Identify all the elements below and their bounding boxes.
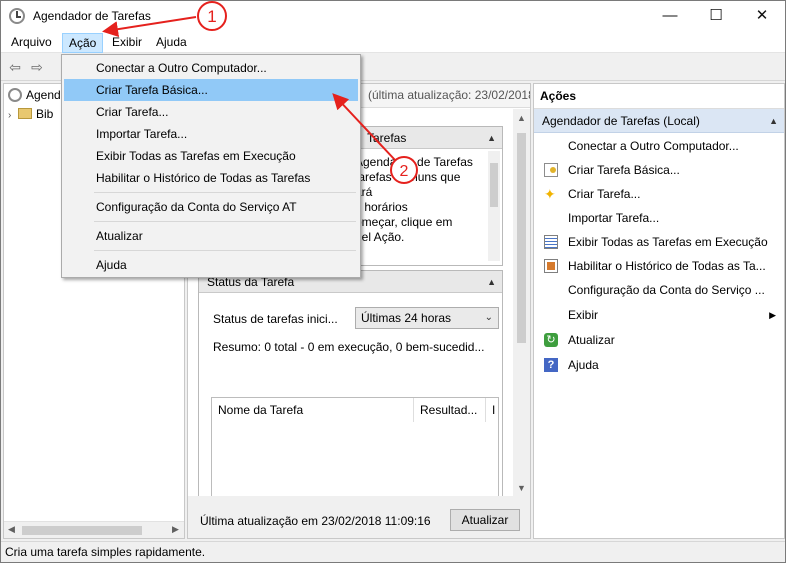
tree-item-library-label: Bib (36, 107, 54, 121)
collapse-icon[interactable]: ▲ (769, 109, 778, 133)
menu-acao[interactable]: Ação (62, 33, 104, 53)
action-show-running[interactable]: Exibir Todas as Tarefas em Execução (542, 230, 780, 254)
overview-line: omeçar, clique em (355, 215, 453, 229)
actions-pane: Ações Agendador de Tarefas (Local) ▲ Con… (533, 83, 785, 539)
refresh-icon: ↻ (544, 333, 558, 347)
menu-item-create-task[interactable]: Criar Tarefa... (64, 101, 358, 123)
overview-line: ará (355, 185, 373, 199)
task-status-table: Nome da Tarefa Resultad... I (211, 397, 499, 505)
menu-separator (94, 250, 356, 251)
tree-item-root-label: Agend (26, 88, 61, 102)
menu-item-connect[interactable]: Conectar a Outro Computador... (64, 57, 358, 79)
expand-chevron-icon[interactable]: › (8, 107, 18, 125)
tree-horizontal-scrollbar[interactable]: ◀ ▶ (4, 521, 184, 538)
menu-item-refresh[interactable]: Atualizar (64, 225, 358, 247)
scroll-up-icon[interactable]: ▲ (513, 113, 530, 123)
status-period-select[interactable]: Últimas 24 horas ⌄ (355, 307, 499, 329)
menu-separator (94, 221, 356, 222)
forward-arrow-icon[interactable]: ⇨ (28, 59, 46, 75)
overview-section-title: Tarefas (367, 131, 407, 145)
overview-line: Agendador de Tarefas (355, 155, 473, 169)
collapse-icon[interactable]: ▲ (487, 127, 496, 149)
menu-bar: Arquivo Ação Exibir Ajuda (1, 31, 785, 53)
maximize-button[interactable]: ☐ (693, 1, 739, 31)
clock-app-icon (9, 8, 25, 24)
action-connect[interactable]: Conectar a Outro Computador... (542, 134, 780, 158)
summary-scrollbar[interactable]: ▲ ▼ (513, 109, 530, 496)
action-view[interactable]: Exibir ▶ (542, 303, 780, 327)
tree-item-root[interactable]: Agend (8, 86, 61, 104)
menu-item-show-running[interactable]: Exibir Todas as Tarefas em Execução (64, 145, 358, 167)
minimize-button[interactable]: — (647, 1, 693, 31)
log-icon (544, 259, 558, 273)
action-label: Criar Tarefa... (568, 187, 641, 201)
menu-separator (94, 192, 356, 193)
help-icon: ? (544, 358, 558, 372)
scroll-down-icon[interactable]: ▼ (513, 483, 530, 493)
actions-title: Ações (534, 84, 784, 109)
folder-icon (18, 108, 32, 119)
overview-line: tarefas comuns que (355, 170, 461, 184)
back-arrow-icon[interactable]: ⇦ (6, 59, 24, 75)
column-header-result[interactable]: Resultad... (414, 398, 486, 422)
scroll-right-icon[interactable]: ▶ (172, 524, 179, 535)
status-bar: Cria uma tarefa simples rapidamente. (1, 541, 785, 562)
overview-scrollbar[interactable] (488, 151, 500, 261)
action-enable-history[interactable]: Habilitar o Histórico de Todas as Ta... (542, 254, 780, 278)
action-label: Habilitar o Histórico de Todas as Ta... (568, 259, 766, 273)
title-bar: Agendador de Tarefas — ☐ ✕ (1, 1, 785, 31)
action-create-task[interactable]: ✦ Criar Tarefa... (542, 182, 780, 206)
scroll-thumb[interactable] (517, 133, 526, 343)
close-button[interactable]: ✕ (739, 1, 785, 31)
summary-footer: Última atualização em 23/02/2018 11:09:1… (188, 496, 530, 538)
menu-exibir[interactable]: Exibir (106, 33, 148, 53)
action-menu-dropdown: Conectar a Outro Computador... Criar Tar… (61, 54, 361, 278)
scroll-left-icon[interactable]: ◀ (8, 524, 15, 535)
star-icon: ✦ (544, 186, 556, 202)
status-period-value: Últimas 24 horas (361, 311, 452, 325)
action-label: Criar Tarefa Básica... (568, 163, 680, 177)
status-section: Status da Tarefa ▲ Status de tarefas ini… (198, 270, 503, 505)
collapse-icon[interactable]: ▲ (487, 271, 496, 293)
action-help[interactable]: ? Ajuda (542, 353, 780, 377)
overview-line: s horários (355, 200, 408, 214)
action-label: Exibir Todas as Tarefas em Execução (568, 235, 768, 249)
action-label: Importar Tarefa... (568, 211, 660, 225)
submenu-arrow-icon: ▶ (769, 310, 776, 320)
menu-item-at-service-account[interactable]: Configuração da Conta do Serviço AT (64, 196, 358, 218)
tree-item-library[interactable]: › Bib (8, 105, 53, 123)
actions-section-header[interactable]: Agendador de Tarefas (Local) ▲ (534, 109, 784, 133)
menu-item-help[interactable]: Ajuda (64, 254, 358, 276)
menu-ajuda[interactable]: Ajuda (150, 33, 193, 53)
menu-item-import-task[interactable]: Importar Tarefa... (64, 123, 358, 145)
action-at-service-account[interactable]: Configuração da Conta do Serviço ... (542, 278, 780, 302)
action-create-basic-task[interactable]: Criar Tarefa Básica... (542, 158, 780, 182)
menu-item-create-basic-task[interactable]: Criar Tarefa Básica... (64, 79, 358, 101)
action-label: Configuração da Conta do Serviço ... (568, 283, 765, 297)
list-icon (544, 235, 558, 249)
scroll-thumb[interactable] (22, 526, 142, 535)
column-header-more[interactable]: I (486, 398, 500, 422)
clock-icon (8, 88, 22, 102)
scroll-thumb[interactable] (490, 163, 498, 207)
action-label: Exibir (568, 308, 599, 322)
overview-line: nel Ação. (355, 230, 405, 244)
actions-section-title: Agendador de Tarefas (Local) (542, 114, 700, 128)
column-header-task-name[interactable]: Nome da Tarefa (212, 398, 414, 422)
status-summary: Resumo: 0 total - 0 em execução, 0 bem-s… (213, 340, 485, 354)
refresh-button[interactable]: Atualizar (450, 509, 520, 531)
menu-arquivo[interactable]: Arquivo (5, 33, 58, 53)
action-label: Conectar a Outro Computador... (568, 139, 739, 153)
action-import-task[interactable]: Importar Tarefa... (542, 206, 780, 230)
menu-item-enable-history[interactable]: Habilitar o Histórico de Todas as Tarefa… (64, 167, 358, 189)
status-label: Status de tarefas inici... (213, 312, 338, 326)
action-label: Atualizar (568, 333, 615, 347)
action-refresh[interactable]: ↻ Atualizar (542, 328, 780, 352)
last-update-text: Última atualização em 23/02/2018 11:09:1… (200, 514, 431, 528)
task-icon (544, 163, 558, 177)
action-label: Ajuda (568, 358, 599, 372)
window-title: Agendador de Tarefas (33, 9, 151, 23)
chevron-down-icon: ⌄ (484, 312, 493, 323)
